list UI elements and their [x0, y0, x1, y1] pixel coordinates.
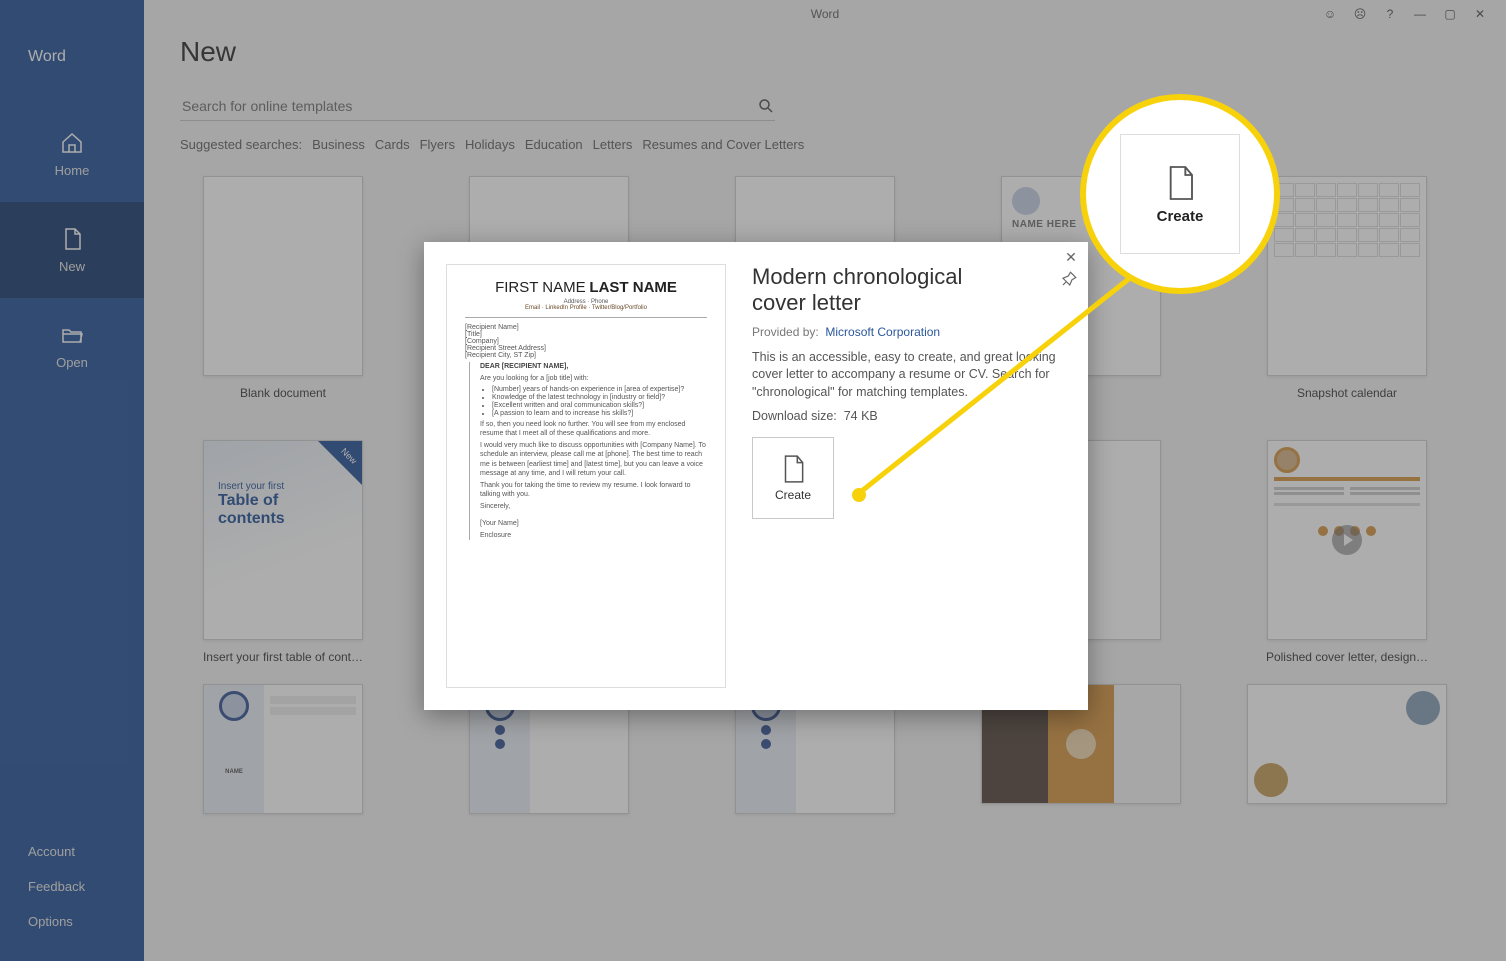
annotation-endpoint: [852, 488, 866, 502]
annotation-create-label: Create: [1157, 208, 1204, 225]
annotation-create-button: Create: [1120, 134, 1240, 254]
dialog-pin-button[interactable]: [1060, 270, 1078, 288]
dialog-description: This is an accessible, easy to create, a…: [752, 349, 1066, 402]
dialog-preview-pane: FIRST NAME LAST NAME Address · Phone Ema…: [424, 242, 748, 710]
dialog-create-button[interactable]: Create: [752, 437, 834, 519]
dialog-preview-page: FIRST NAME LAST NAME Address · Phone Ema…: [446, 264, 726, 688]
dialog-download-size: Download size: 74 KB: [752, 409, 1066, 423]
template-preview-dialog: FIRST NAME LAST NAME Address · Phone Ema…: [424, 242, 1088, 710]
dialog-title: Modern chronological cover letter: [752, 264, 992, 317]
dialog-provided-by: Provided by: Microsoft Corporation: [752, 325, 1066, 339]
provider-link[interactable]: Microsoft Corporation: [825, 325, 940, 339]
document-icon: [1164, 164, 1196, 202]
dialog-create-label: Create: [775, 488, 811, 502]
dialog-close-button[interactable]: ✕: [1062, 248, 1080, 266]
document-icon: [780, 454, 806, 484]
dialog-info-pane: ✕ Modern chronological cover letter Prov…: [748, 242, 1088, 710]
pin-icon: [1060, 270, 1078, 288]
annotation-highlight-circle: Create: [1080, 94, 1280, 294]
